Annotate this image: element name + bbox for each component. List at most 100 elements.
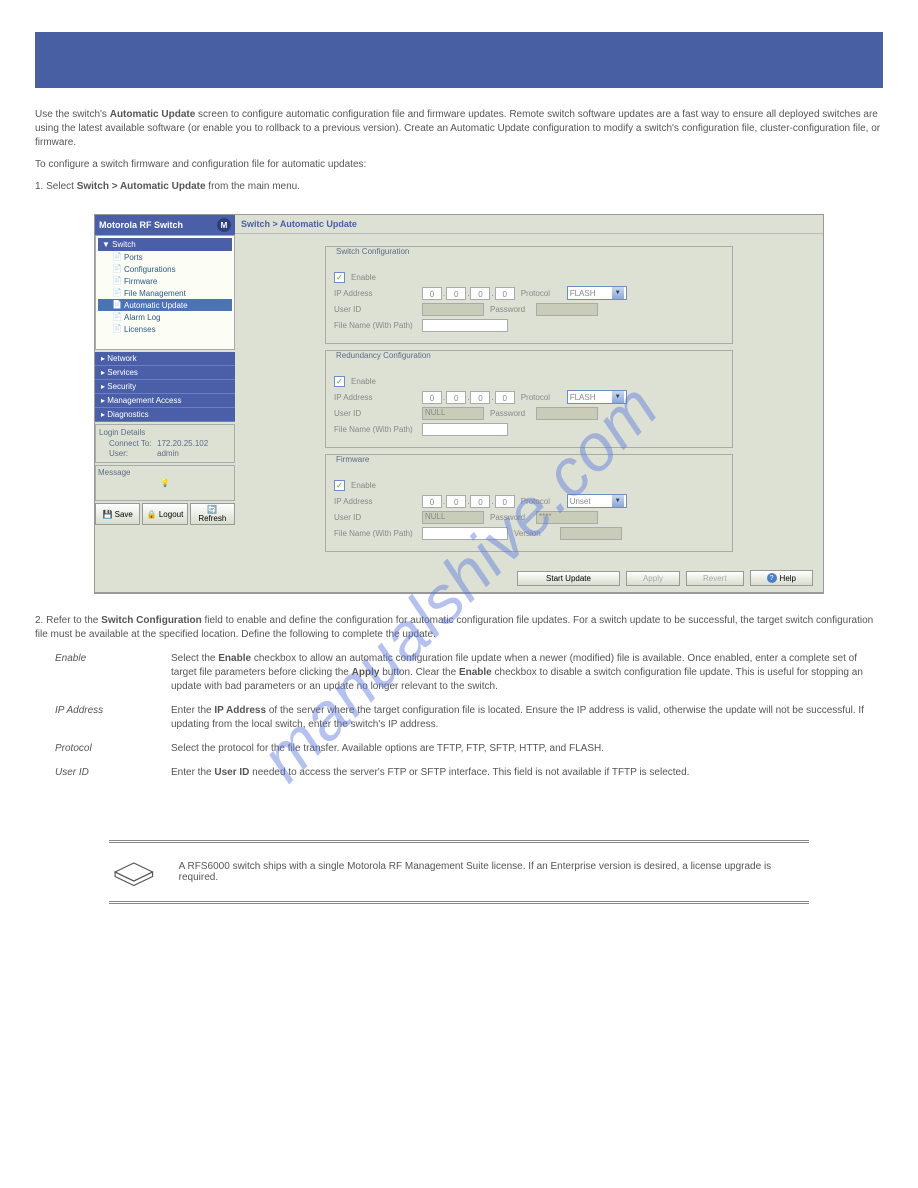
nav-item-services[interactable]: ▸ Services bbox=[95, 366, 235, 380]
filename-input[interactable] bbox=[422, 527, 508, 540]
page-header-bar bbox=[35, 32, 883, 88]
save-button[interactable]: 💾 Save bbox=[95, 503, 140, 525]
login-panel: Login Details Connect To: 172.20.25.102 U… bbox=[95, 424, 235, 463]
message-panel: Message 💡 bbox=[95, 465, 235, 501]
filename-input[interactable] bbox=[422, 423, 508, 436]
chevron-down-icon: ▼ bbox=[612, 391, 624, 403]
fieldset-legend: Switch Configuration bbox=[334, 247, 411, 256]
nav-item-management-access[interactable]: ▸ Management Access bbox=[95, 394, 235, 408]
fieldset-firmware: Firmware✓EnableIP Address0.0.0.0Protocol… bbox=[325, 454, 733, 552]
fieldset-legend: Redundancy Configuration bbox=[334, 351, 433, 360]
password-input[interactable] bbox=[536, 407, 598, 420]
breadcrumb: Switch > Automatic Update bbox=[235, 215, 823, 234]
enable-checkbox[interactable]: ✓ bbox=[334, 272, 345, 283]
config-field-label: Protocol bbox=[55, 742, 155, 756]
version-input[interactable] bbox=[560, 527, 622, 540]
protocol-select[interactable]: Unset▼ bbox=[567, 494, 627, 508]
login-title: Login Details bbox=[99, 428, 231, 437]
ip-input[interactable]: 0.0.0.0 bbox=[422, 287, 515, 300]
tree-item-configurations[interactable]: 📄Configurations bbox=[98, 263, 232, 275]
protocol-select[interactable]: FLASH▼ bbox=[567, 286, 627, 300]
config-field-label: IP Address bbox=[55, 704, 155, 732]
brand-text: Motorola RF Switch bbox=[99, 220, 183, 230]
tree-item-file-management[interactable]: 📄File Management bbox=[98, 287, 232, 299]
connect-value: 172.20.25.102 bbox=[157, 439, 208, 448]
ip-input[interactable]: 0.0.0.0 bbox=[422, 391, 515, 404]
step-1: 1. Select Switch > Automatic Update from… bbox=[35, 180, 883, 194]
filename-input[interactable] bbox=[422, 319, 508, 332]
tree-item-icon: 📄 bbox=[112, 288, 122, 298]
revert-button[interactable]: Revert bbox=[686, 571, 744, 586]
filename-label: File Name (With Path) bbox=[334, 529, 416, 538]
tree-item-automatic-update[interactable]: 📄Automatic Update bbox=[98, 299, 232, 311]
config-field-enable: EnableSelect the Enable checkbox to allo… bbox=[55, 652, 883, 694]
nav-item-security[interactable]: ▸ Security bbox=[95, 380, 235, 394]
protocol-label: Protocol bbox=[521, 497, 561, 506]
tree-item-icon: 📄 bbox=[112, 276, 122, 286]
fieldset-switch-configuration: Switch Configuration ✓ Enable IP Address 0.0… bbox=[325, 246, 733, 344]
fieldset-legend: Firmware bbox=[334, 455, 371, 464]
tree-item-alarm-log[interactable]: 📄Alarm Log bbox=[98, 311, 232, 323]
userid-label: User ID bbox=[334, 409, 416, 418]
help-button[interactable]: ?Help bbox=[750, 570, 813, 586]
tree-item-licenses[interactable]: 📄Licenses bbox=[98, 323, 232, 335]
user-label: User: bbox=[99, 449, 153, 458]
config-field-label: User ID bbox=[55, 766, 155, 780]
config-field-desc: Enter the IP Address of the server where… bbox=[171, 704, 883, 732]
config-field-ip-address: IP Address Enter the IP Address of the se… bbox=[55, 704, 883, 732]
enable-checkbox[interactable]: ✓ bbox=[334, 376, 345, 387]
enable-checkbox[interactable]: ✓ bbox=[334, 480, 345, 491]
user-value: admin bbox=[157, 449, 179, 458]
userid-input[interactable]: NULL bbox=[422, 511, 484, 524]
tree-item-icon: 📄 bbox=[112, 252, 122, 262]
nav-item-diagnostics[interactable]: ▸ Diagnostics bbox=[95, 408, 235, 422]
password-label: Password bbox=[490, 513, 530, 522]
enable-label: Enable bbox=[351, 273, 376, 282]
tree-item-firmware[interactable]: 📄Firmware bbox=[98, 275, 232, 287]
ip-label: IP Address bbox=[334, 289, 416, 298]
brand-bar: Motorola RF Switch M bbox=[95, 215, 235, 235]
apply-button[interactable]: Apply bbox=[626, 571, 680, 586]
refresh-button[interactable]: 🔄 Refresh bbox=[190, 503, 235, 525]
config-field-desc: Select the protocol for the file transfe… bbox=[171, 742, 883, 756]
note-icon bbox=[109, 857, 159, 887]
protocol-label: Protocol bbox=[521, 393, 561, 402]
password-input[interactable] bbox=[536, 303, 598, 316]
brand-logo-icon: M bbox=[217, 218, 231, 232]
start-update-button[interactable]: Start Update bbox=[517, 571, 620, 586]
userid-label: User ID bbox=[334, 513, 416, 522]
help-icon: ? bbox=[767, 573, 777, 583]
password-input[interactable]: **** bbox=[536, 511, 598, 524]
doc-body: Use the switch's Automatic Update screen… bbox=[35, 108, 883, 194]
nav-sections: ▸ Network▸ Services▸ Security▸ Managemen… bbox=[95, 352, 235, 422]
intro-1: Use the switch's Automatic Update screen… bbox=[35, 108, 883, 150]
app-screenshot: Motorola RF Switch M ▼ Switch 📄Ports📄Con… bbox=[94, 214, 824, 594]
filename-label: File Name (With Path) bbox=[334, 321, 416, 330]
nav-item-network[interactable]: ▸ Network bbox=[95, 352, 235, 366]
note-block: A RFS6000 switch ships with a single Mot… bbox=[109, 840, 809, 904]
message-title: Message bbox=[98, 468, 130, 477]
bulb-icon: 💡 bbox=[160, 479, 170, 488]
ip-label: IP Address bbox=[334, 393, 416, 402]
userid-input[interactable] bbox=[422, 303, 484, 316]
connect-label: Connect To: bbox=[99, 439, 153, 448]
content-area: Switch Configuration ✓ Enable IP Address 0.0… bbox=[235, 234, 823, 564]
chevron-down-icon: ▼ bbox=[612, 287, 624, 299]
tree-header[interactable]: ▼ Switch bbox=[98, 238, 232, 251]
ip-input[interactable]: 0.0.0.0 bbox=[422, 495, 515, 508]
filename-label: File Name (With Path) bbox=[334, 425, 416, 434]
fieldset-redundancy-configuration: Redundancy Configuration ✓ Enable IP Addres… bbox=[325, 350, 733, 448]
tree-item-icon: 📄 bbox=[112, 300, 122, 310]
tree-item-icon: 📄 bbox=[112, 264, 122, 274]
protocol-select[interactable]: FLASH▼ bbox=[567, 390, 627, 404]
userid-input[interactable]: NULL bbox=[422, 407, 484, 420]
logout-button[interactable]: 🔒 Logout bbox=[142, 503, 187, 525]
config-field-user-id: User IDEnter the User ID needed to acces… bbox=[55, 766, 883, 780]
footer-bar: Start Update Apply Revert ?Help bbox=[235, 564, 823, 592]
note-text: A RFS6000 switch ships with a single Mot… bbox=[179, 861, 809, 883]
chevron-down-icon: ▼ bbox=[612, 495, 624, 507]
tree-item-ports[interactable]: 📄Ports bbox=[98, 251, 232, 263]
protocol-label: Protocol bbox=[521, 289, 561, 298]
password-label: Password bbox=[490, 409, 530, 418]
enable-label: Enable bbox=[351, 377, 376, 386]
